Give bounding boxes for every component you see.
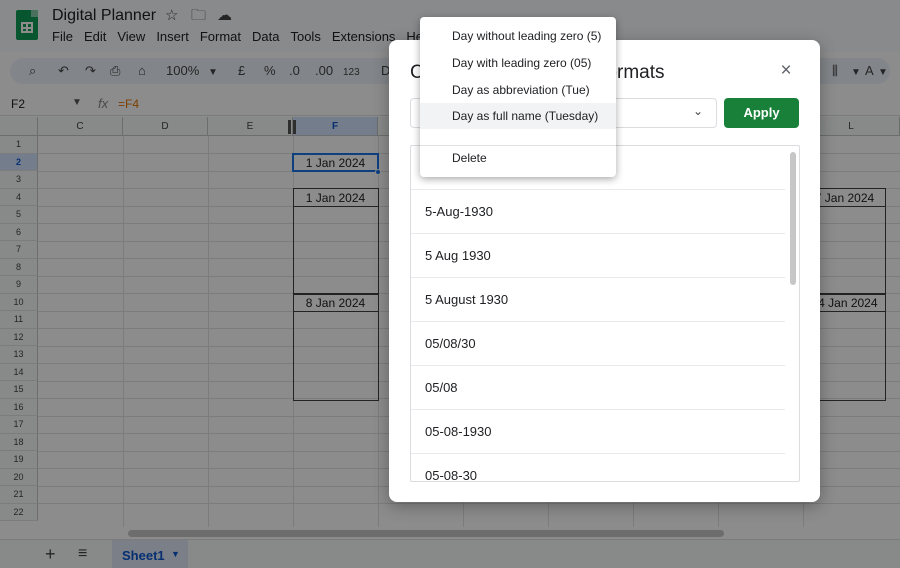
format-option[interactable]: 5 August 1930 <box>411 278 785 322</box>
format-list-scrollbar[interactable] <box>790 152 796 285</box>
format-option[interactable]: 05/08/30 <box>411 322 785 366</box>
menu-item-day-abbreviation[interactable]: Day as abbreviation (Tue) <box>420 77 616 103</box>
menu-item-delete[interactable]: Delete <box>420 145 616 171</box>
format-option[interactable]: 05/08 <box>411 366 785 410</box>
menu-item-day-with-leading-zero[interactable]: Day with leading zero (05) <box>420 50 616 76</box>
close-icon[interactable]: × <box>777 61 795 81</box>
format-option[interactable]: 05-08-1930 <box>411 410 785 454</box>
format-option[interactable]: 5 Aug 1930 <box>411 234 785 278</box>
apply-button[interactable]: Apply <box>724 98 799 128</box>
day-format-menu: Day without leading zero (5) Day with le… <box>420 17 616 177</box>
menu-item-day-full-name[interactable]: Day as full name (Tuesday) <box>420 103 616 129</box>
format-option[interactable]: 5-Aug-1930 <box>411 190 785 234</box>
format-option[interactable]: 05-08-30 <box>411 454 785 481</box>
menu-item-day-without-leading-zero[interactable]: Day without leading zero (5) <box>420 23 616 49</box>
format-options-chevron-down-icon[interactable]: ⌄ <box>693 104 703 118</box>
format-list[interactable]: 5-Aug-1930 5 Aug 1930 5 August 1930 05/0… <box>410 145 800 482</box>
